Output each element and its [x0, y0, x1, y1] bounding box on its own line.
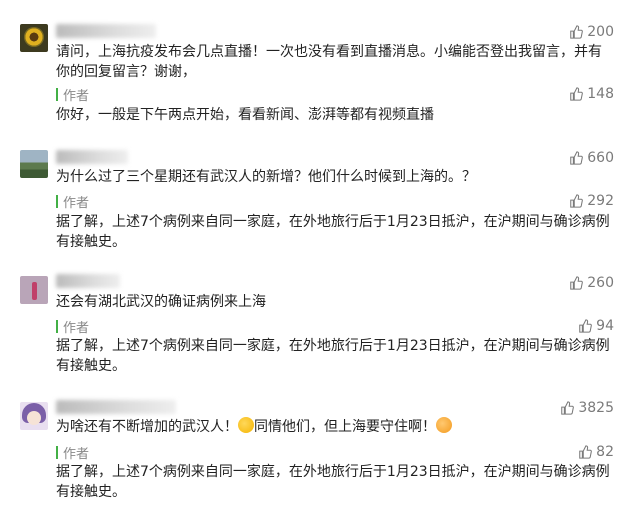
thumbs-up-icon	[570, 151, 584, 165]
reply-text: 你好，一般是下午两点开始，看看新闻、澎湃等都有视频直播	[56, 107, 434, 123]
avatar[interactable]	[20, 402, 48, 430]
thumbs-up-icon	[579, 319, 593, 333]
author-reply-label: 作者	[56, 85, 89, 104]
like-button[interactable]: 200	[569, 24, 614, 40]
like-count: 94	[596, 318, 614, 334]
thumbs-up-icon	[561, 401, 575, 415]
like-button[interactable]: 260	[569, 275, 614, 291]
avatar[interactable]	[20, 150, 48, 178]
author-reply-label: 作者	[56, 192, 89, 211]
reply-like-button[interactable]: 94	[578, 318, 614, 334]
thumbs-up-icon	[570, 87, 584, 101]
commenter-name-blurred	[56, 400, 176, 414]
sympathy-emoji-icon	[238, 417, 254, 433]
fist-emoji-icon	[436, 417, 452, 433]
like-count: 200	[587, 24, 614, 40]
comment-text: 还会有湖北武汉的确证病例来上海	[56, 294, 266, 310]
thumbs-up-icon	[570, 194, 584, 208]
thumbs-up-icon	[579, 445, 593, 459]
commenter-name-blurred	[56, 150, 128, 164]
comment-text: 为啥还有不断增加的武汉人！ 同情他们，但上海要守住啊！	[56, 417, 614, 437]
comment-text-part1: 为啥还有不断增加的武汉人！	[56, 419, 238, 435]
thumbs-up-icon	[570, 276, 584, 290]
like-count: 3825	[578, 400, 614, 416]
like-count: 82	[596, 444, 614, 460]
avatar[interactable]	[20, 276, 48, 304]
commenter-name-blurred	[56, 274, 120, 288]
comment-text: 为什么过了三个星期还有武汉人的新增？他们什么时候到上海的。？	[56, 169, 476, 185]
reply-text: 据了解，上述7个病例来自同一家庭，在外地旅行后于1月23日抵沪，在沪期间与确诊病…	[56, 464, 610, 500]
like-count: 292	[587, 193, 614, 209]
like-button[interactable]: 3825	[560, 400, 614, 416]
reply-text: 据了解，上述7个病例来自同一家庭，在外地旅行后于1月23日抵沪，在沪期间与确诊病…	[56, 338, 610, 374]
commenter-name-blurred	[56, 24, 156, 38]
avatar[interactable]	[20, 24, 48, 52]
like-count: 148	[587, 86, 614, 102]
comment-text: 请问，上海抗疫发布会几点直播！一次也没有看到直播消息。小编能否登出我留言，并有你…	[56, 44, 602, 80]
like-count: 260	[587, 275, 614, 291]
reply-like-button[interactable]: 82	[578, 444, 614, 460]
reply-like-button[interactable]: 148	[569, 86, 614, 102]
comment-text-part2: 同情他们，但上海要守住啊！	[254, 419, 436, 435]
thumbs-up-icon	[570, 25, 584, 39]
author-reply-label: 作者	[56, 443, 89, 462]
author-reply-label: 作者	[56, 317, 89, 336]
like-button[interactable]: 660	[569, 150, 614, 166]
reply-text: 据了解，上述7个病例来自同一家庭，在外地旅行后于1月23日抵沪，在沪期间与确诊病…	[56, 214, 610, 250]
reply-like-button[interactable]: 292	[569, 193, 614, 209]
like-count: 660	[587, 150, 614, 166]
